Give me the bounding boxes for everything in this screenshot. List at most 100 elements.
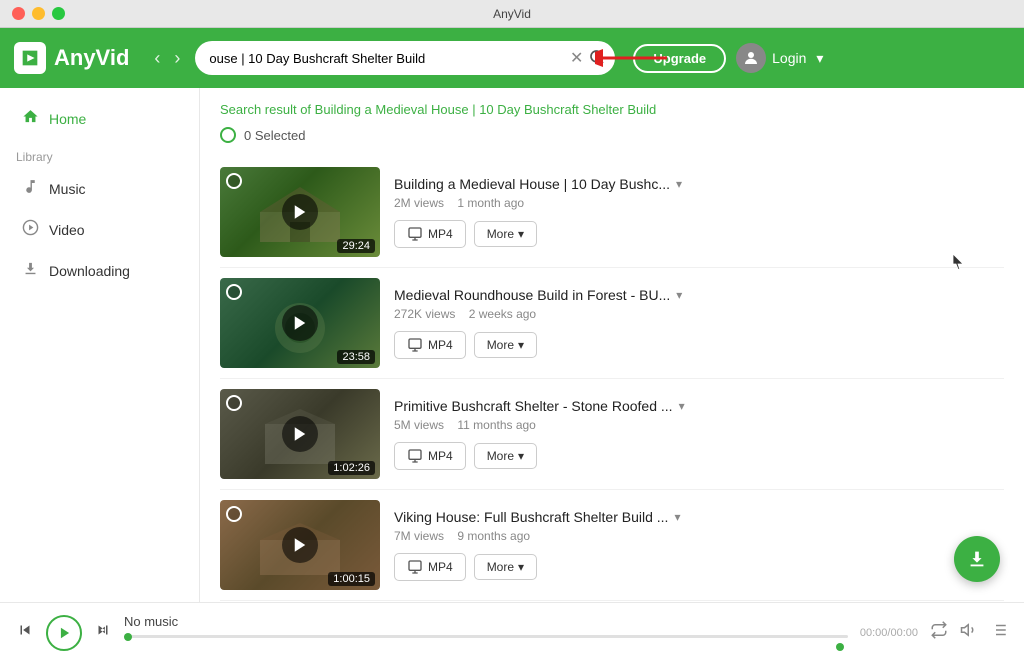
video-card-1: 29:24 Building a Medieval House | 10 Day… bbox=[220, 157, 1004, 268]
nav-forward-button[interactable]: › bbox=[169, 46, 185, 71]
video-info-4: Viking House: Full Bushcraft Shelter Bui… bbox=[394, 509, 1004, 581]
more-button-4[interactable]: More ▾ bbox=[474, 554, 537, 580]
select-circle-1[interactable] bbox=[226, 173, 242, 189]
video-meta-1: 2M views 1 month ago bbox=[394, 196, 1004, 210]
content-area: Search result of Building a Medieval Hou… bbox=[200, 88, 1024, 602]
sidebar-video-label: Video bbox=[49, 222, 85, 238]
sidebar-item-video[interactable]: Video bbox=[6, 210, 193, 250]
search-wrapper: ✕ bbox=[195, 41, 615, 75]
login-area[interactable]: Login bbox=[736, 43, 806, 73]
selected-row: 0 Selected bbox=[220, 127, 1004, 143]
music-icon bbox=[22, 178, 39, 200]
mp4-button-2[interactable]: MP4 bbox=[394, 331, 466, 359]
thumbnail-4: 1:00:15 bbox=[220, 500, 380, 590]
thumbnail-3: 1:02:26 bbox=[220, 389, 380, 479]
main-area: Home Library Music Video Downloading Sea… bbox=[0, 88, 1024, 602]
window-title: AnyVid bbox=[493, 7, 531, 21]
duration-badge-3: 1:02:26 bbox=[328, 461, 375, 475]
play-overlay-1[interactable] bbox=[282, 194, 318, 230]
play-overlay-4[interactable] bbox=[282, 527, 318, 563]
title-bar: AnyVid bbox=[0, 0, 1024, 28]
close-button[interactable] bbox=[12, 7, 25, 20]
video-title-2: Medieval Roundhouse Build in Forest - BU… bbox=[394, 287, 1004, 303]
minimize-button[interactable] bbox=[32, 7, 45, 20]
video-actions-3: MP4 More ▾ bbox=[394, 442, 1004, 470]
sidebar-music-label: Music bbox=[49, 181, 86, 197]
next-button[interactable] bbox=[94, 621, 112, 644]
search-bar: ✕ bbox=[195, 41, 615, 75]
sidebar-home-label: Home bbox=[49, 111, 86, 127]
thumbnail-1: 29:24 bbox=[220, 167, 380, 257]
duration-badge-4: 1:00:15 bbox=[328, 572, 375, 586]
video-title-1: Building a Medieval House | 10 Day Bushc… bbox=[394, 176, 1004, 192]
sidebar: Home Library Music Video Downloading bbox=[0, 88, 200, 602]
more-chevron-1: ▾ bbox=[518, 227, 524, 241]
top-nav: AnyVid ‹ › ✕ Upgrade bbox=[0, 28, 1024, 88]
maximize-button[interactable] bbox=[52, 7, 65, 20]
download-fab-button[interactable] bbox=[954, 536, 1000, 582]
video-card-2: 23:58 Medieval Roundhouse Build in Fores… bbox=[220, 268, 1004, 379]
repeat-button[interactable] bbox=[930, 621, 948, 644]
downloading-icon bbox=[22, 260, 39, 282]
search-result-prefix: Search result of bbox=[220, 102, 311, 117]
track-name: No music bbox=[124, 614, 178, 629]
video-card-3: 1:02:26 Primitive Bushcraft Shelter - St… bbox=[220, 379, 1004, 490]
player-controls bbox=[16, 615, 112, 651]
nav-arrows[interactable]: ‹ › bbox=[149, 46, 185, 71]
mp4-button-4[interactable]: MP4 bbox=[394, 553, 466, 581]
logo-area: AnyVid bbox=[14, 42, 129, 74]
play-overlay-2[interactable] bbox=[282, 305, 318, 341]
expand-icon-3[interactable]: ▾ bbox=[679, 399, 685, 413]
sidebar-item-downloading[interactable]: Downloading bbox=[6, 251, 193, 291]
video-title-4: Viking House: Full Bushcraft Shelter Bui… bbox=[394, 509, 1004, 525]
search-clear-button[interactable]: ✕ bbox=[570, 48, 583, 68]
selected-circle-icon bbox=[220, 127, 236, 143]
more-button-2[interactable]: More ▾ bbox=[474, 332, 537, 358]
video-icon bbox=[22, 219, 39, 241]
play-overlay-3[interactable] bbox=[282, 416, 318, 452]
video-meta-2: 272K views 2 weeks ago bbox=[394, 307, 1004, 321]
duration-badge-1: 29:24 bbox=[337, 239, 375, 253]
logo-text: AnyVid bbox=[54, 45, 129, 71]
avatar bbox=[736, 43, 766, 73]
expand-icon-1[interactable]: ▾ bbox=[676, 177, 682, 191]
expand-icon-4[interactable]: ▾ bbox=[674, 510, 680, 524]
play-pause-button[interactable] bbox=[46, 615, 82, 651]
search-result-query: Building a Medieval House | 10 Day Bushc… bbox=[315, 102, 657, 117]
login-label[interactable]: Login bbox=[772, 50, 806, 66]
selected-count-label: 0 Selected bbox=[244, 128, 305, 143]
window-controls[interactable] bbox=[12, 7, 65, 20]
progress-bar[interactable] bbox=[124, 635, 848, 638]
more-button-3[interactable]: More ▾ bbox=[474, 443, 537, 469]
library-section-label: Library bbox=[0, 140, 199, 168]
volume-button[interactable] bbox=[960, 621, 978, 644]
mp4-button-3[interactable]: MP4 bbox=[394, 442, 466, 470]
video-title-3: Primitive Bushcraft Shelter - Stone Roof… bbox=[394, 398, 1004, 414]
expand-icon-2[interactable]: ▾ bbox=[676, 288, 682, 302]
prev-button[interactable] bbox=[16, 621, 34, 644]
nav-back-button[interactable]: ‹ bbox=[149, 46, 165, 71]
select-circle-4[interactable] bbox=[226, 506, 242, 522]
video-meta-3: 5M views 11 months ago bbox=[394, 418, 1004, 432]
playlist-button[interactable] bbox=[990, 621, 1008, 644]
time-display: 00:00/00:00 bbox=[860, 627, 918, 639]
red-arrow-indicator bbox=[595, 43, 675, 73]
select-circle-3[interactable] bbox=[226, 395, 242, 411]
duration-badge-2: 23:58 bbox=[337, 350, 375, 364]
more-chevron-2: ▾ bbox=[518, 338, 524, 352]
track-info: No music bbox=[124, 614, 848, 651]
thumbnail-2: 23:58 bbox=[220, 278, 380, 368]
video-actions-2: MP4 More ▾ bbox=[394, 331, 1004, 359]
sidebar-item-music[interactable]: Music bbox=[6, 169, 193, 209]
more-button-1[interactable]: More ▾ bbox=[474, 221, 537, 247]
mp4-button-1[interactable]: MP4 bbox=[394, 220, 466, 248]
video-actions-4: MP4 More ▾ bbox=[394, 553, 1004, 581]
sidebar-item-home[interactable]: Home bbox=[6, 99, 193, 139]
dropdown-arrow-icon[interactable]: ▾ bbox=[816, 50, 823, 67]
video-meta-4: 7M views 9 months ago bbox=[394, 529, 1004, 543]
select-circle-2[interactable] bbox=[226, 284, 242, 300]
video-info-2: Medieval Roundhouse Build in Forest - BU… bbox=[394, 287, 1004, 359]
more-chevron-4: ▾ bbox=[518, 560, 524, 574]
bottom-player: No music 00:00/00:00 bbox=[0, 602, 1024, 662]
search-input[interactable] bbox=[209, 51, 564, 66]
